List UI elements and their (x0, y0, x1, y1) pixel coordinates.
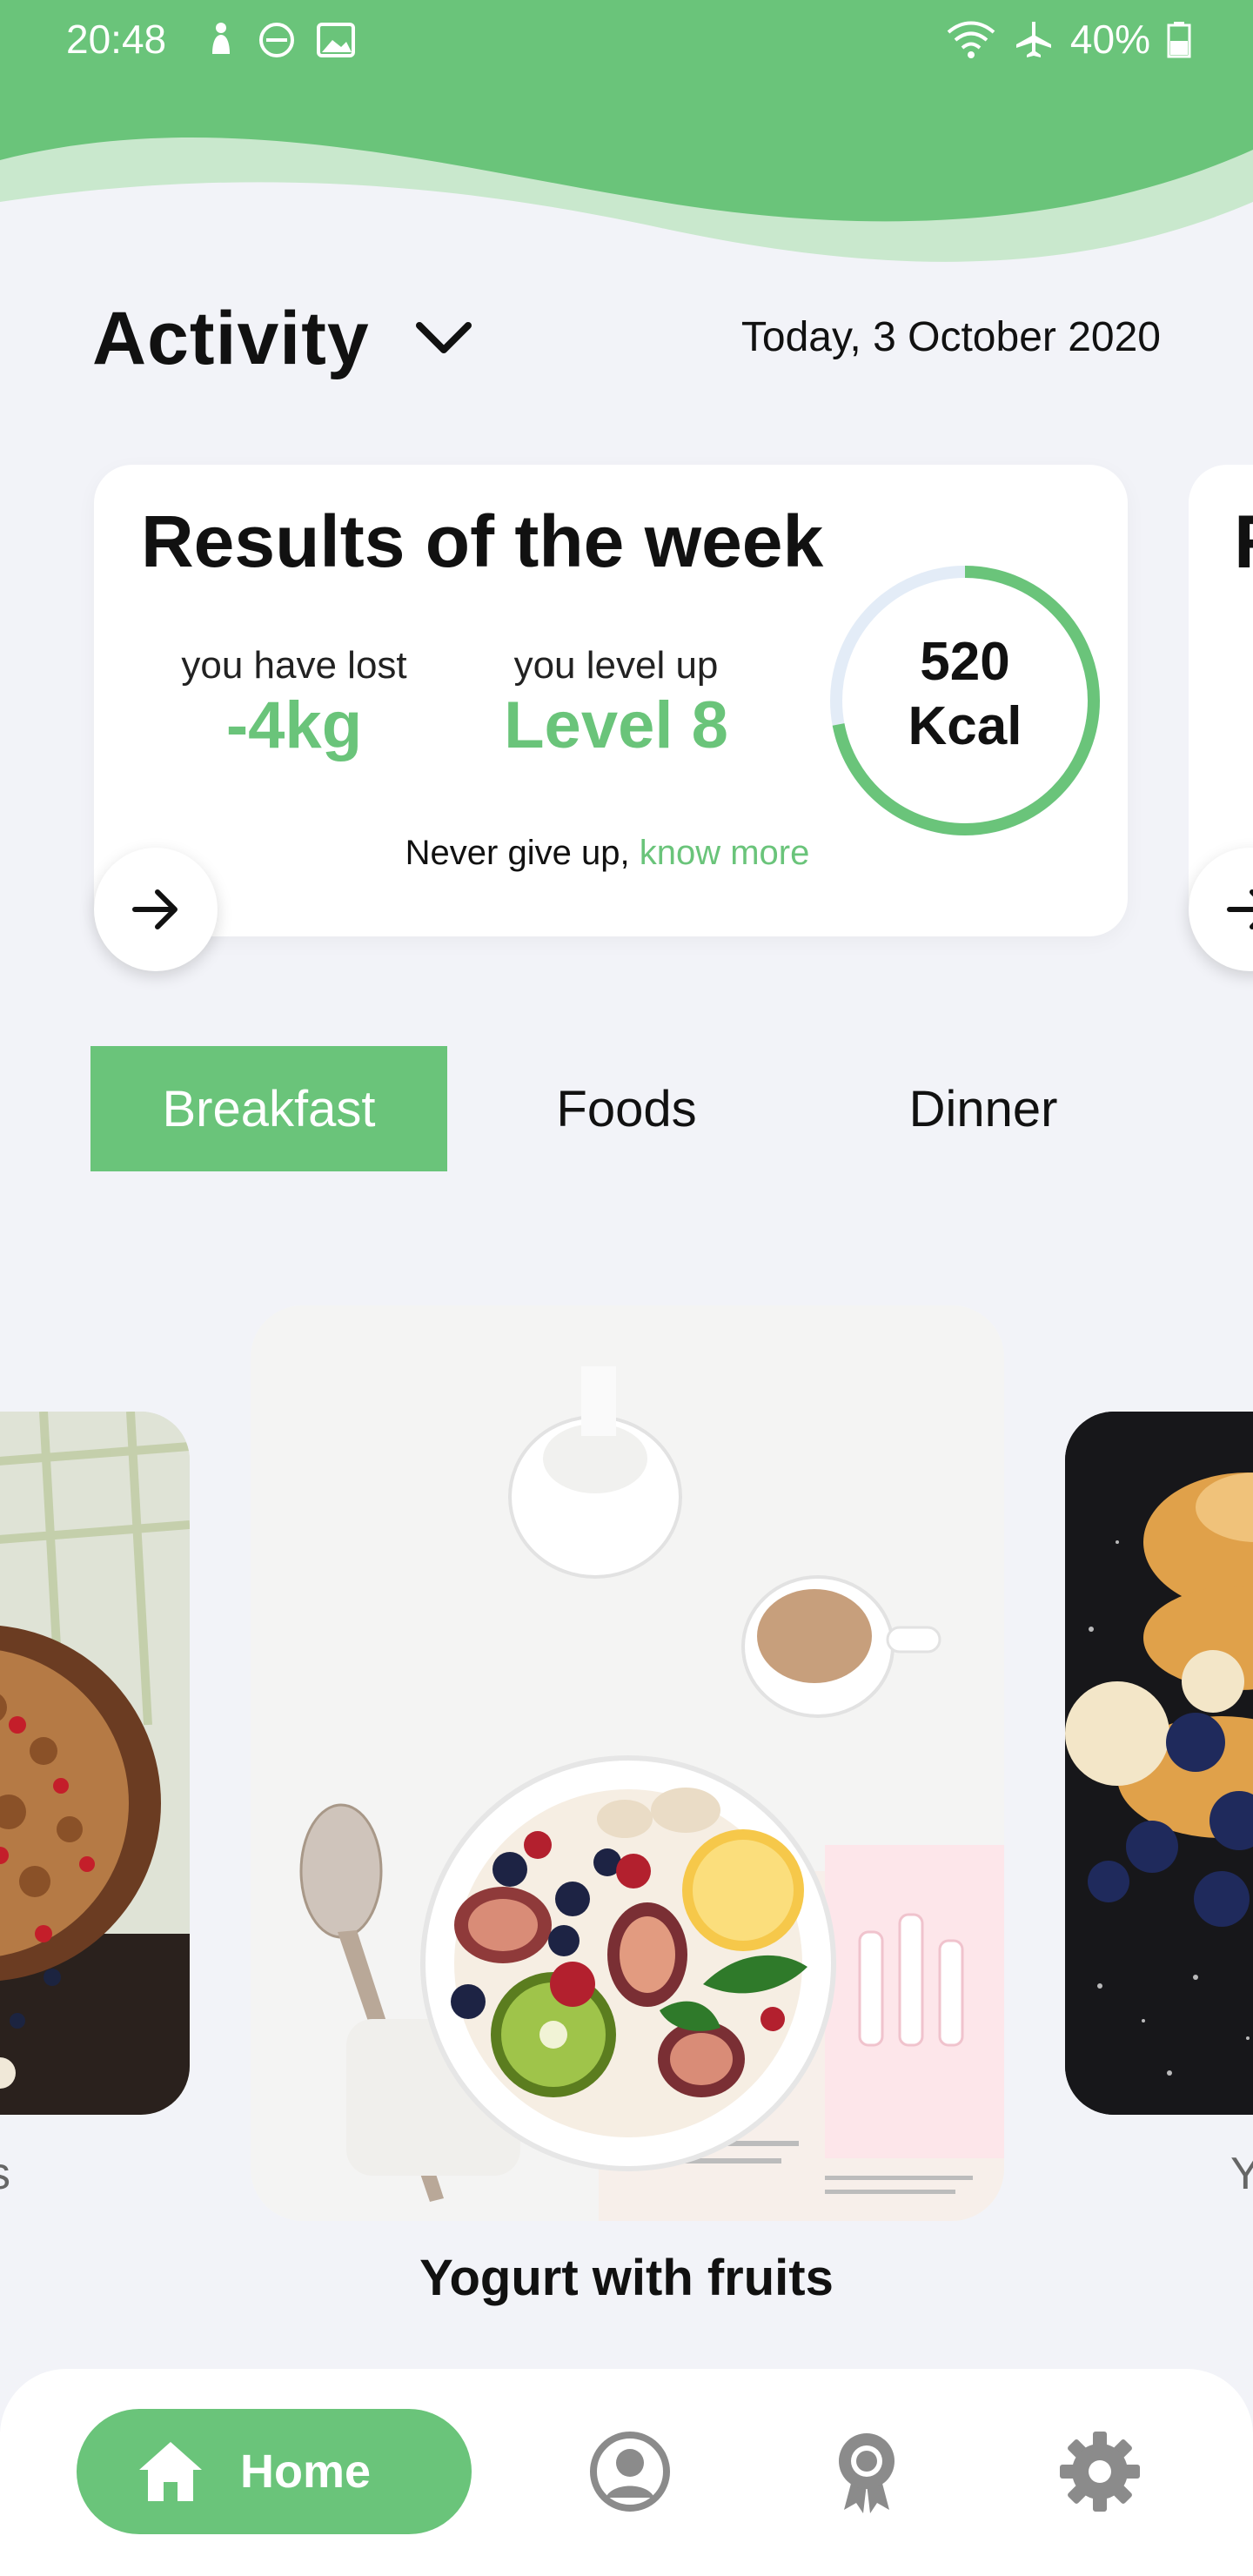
previous-food-name-partial: s (0, 2148, 10, 2200)
card-next-button[interactable] (94, 848, 218, 971)
airplane-icon (1015, 22, 1051, 57)
food-card-current[interactable] (251, 1305, 1004, 2221)
next-card-title-partial: R (1234, 500, 1253, 586)
do-not-disturb-icon (259, 23, 294, 57)
level-value: Level 8 (504, 688, 728, 762)
motivation-text: Never give up, (405, 834, 640, 872)
arrow-right-icon (132, 889, 178, 929)
notification-icon (212, 23, 230, 54)
card-title: Results of the week (141, 500, 824, 582)
kcal-readout: 520 Kcal (821, 630, 1109, 759)
profile-icon[interactable] (588, 2430, 672, 2513)
battery-percent: 40% (1069, 17, 1150, 62)
chevron-down-icon[interactable] (412, 306, 475, 369)
know-more-link[interactable]: know more (640, 834, 810, 872)
status-time: 20:48 (66, 17, 167, 62)
level-caption: you level up (513, 644, 719, 687)
status-bar: 20:48 40% (0, 0, 1253, 78)
tab-breakfast[interactable]: Breakfast (90, 1046, 447, 1171)
home-icon (139, 2442, 202, 2501)
nav-home-label: Home (240, 2445, 372, 2498)
pancakes-photo (1065, 1412, 1253, 2115)
food-name: Yogurt with fruits (419, 2250, 834, 2306)
weight-lost-caption: you have lost (181, 644, 407, 687)
motivation-note: Never give up, know more (94, 834, 1121, 873)
image-icon (317, 23, 355, 57)
kcal-unit: Kcal (908, 696, 1022, 756)
bottom-navigation: Home (0, 2369, 1253, 2576)
food-card-next[interactable] (1065, 1412, 1253, 2115)
kcal-value: 520 (920, 632, 1010, 692)
next-food-name-partial: Y (1230, 2149, 1253, 2199)
tab-dinner[interactable]: Dinner (853, 1046, 1114, 1171)
results-card[interactable]: Results of the week you have lost -4kg y… (94, 465, 1128, 936)
yogurt-bowl (420, 1755, 836, 2171)
tab-foods[interactable]: Foods (487, 1046, 766, 1171)
activity-dropdown-label[interactable]: Activity (92, 296, 370, 382)
wifi-icon (947, 21, 995, 58)
status-left-icons (212, 23, 355, 57)
battery-icon (1167, 22, 1191, 58)
granola-photo (0, 1412, 190, 2115)
nav-home-button[interactable]: Home (77, 2409, 472, 2534)
arrow-right-icon (1227, 889, 1253, 929)
weight-lost-value: -4kg (225, 688, 363, 762)
weight-lost-stat: you have lost -4kg (164, 644, 425, 763)
date-label: Today, 3 October 2020 (740, 314, 1161, 360)
food-card-previous[interactable] (0, 1412, 190, 2115)
settings-icon[interactable] (1058, 2430, 1142, 2513)
yogurt-fruits-photo (251, 1305, 1004, 2221)
level-stat: you level up Level 8 (486, 644, 747, 763)
award-icon[interactable] (825, 2430, 908, 2513)
